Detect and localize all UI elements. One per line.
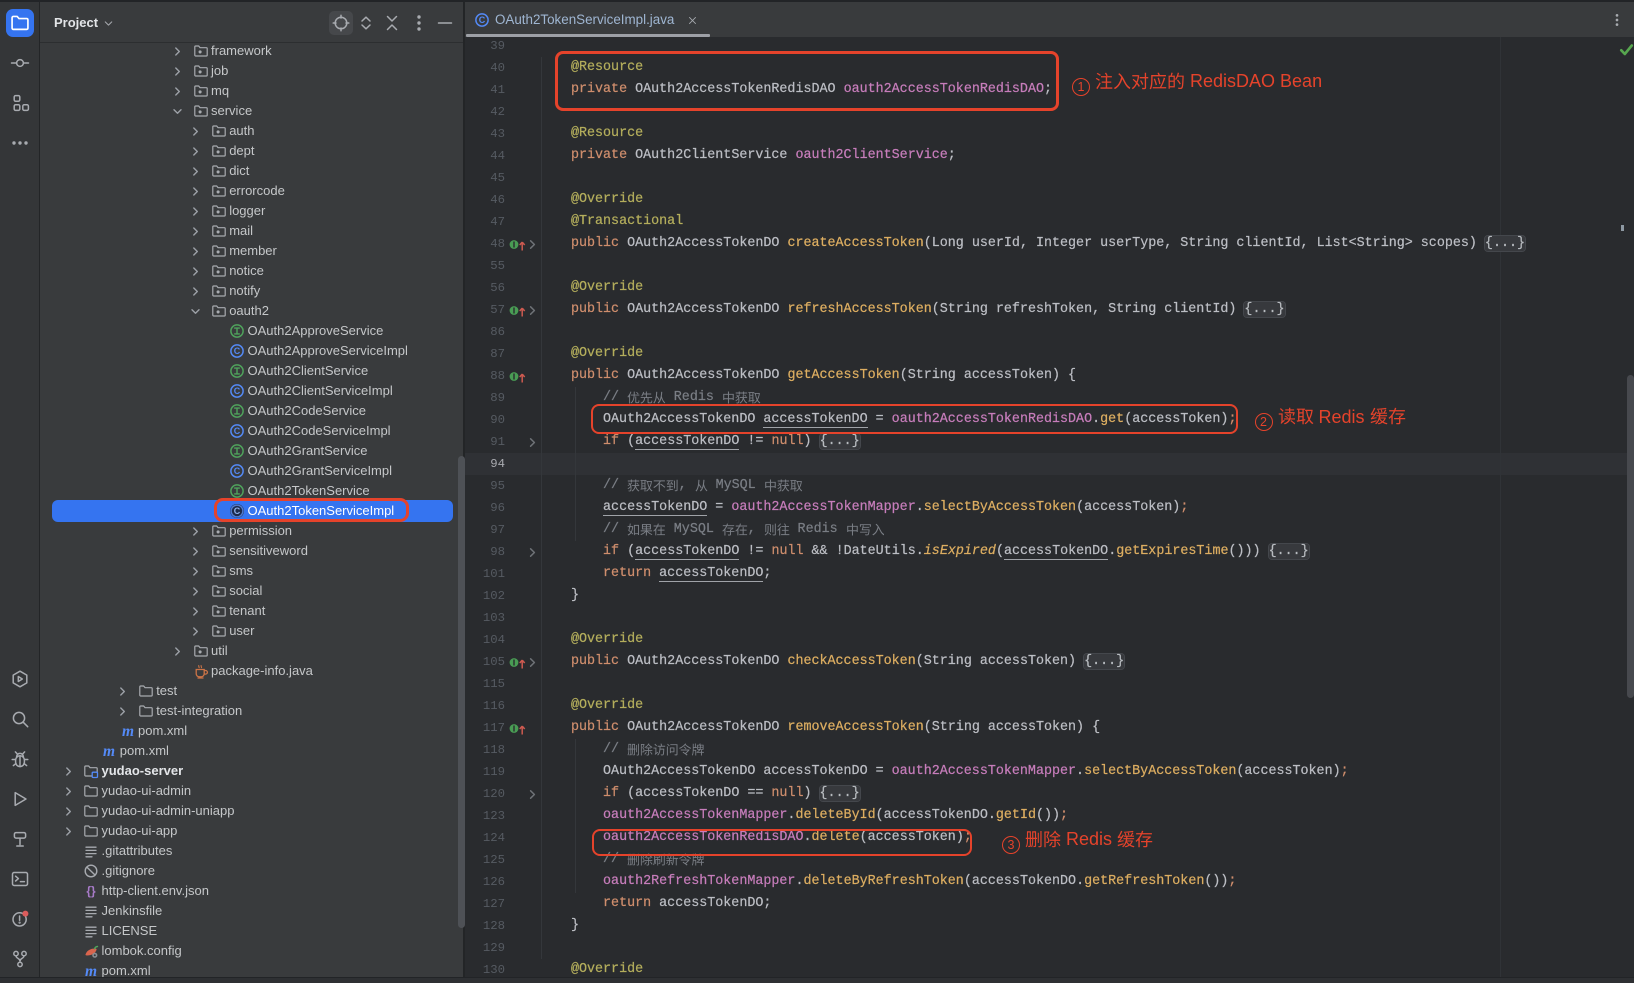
svg-text:C: C: [479, 15, 486, 25]
svg-text:m: m: [103, 743, 115, 759]
svg-text:C: C: [234, 386, 241, 396]
svg-text:m: m: [121, 723, 133, 739]
svg-text:C: C: [234, 466, 241, 476]
svg-text:C: C: [234, 346, 241, 356]
svg-text:C: C: [234, 426, 241, 436]
svg-text:{}: {}: [86, 884, 96, 898]
